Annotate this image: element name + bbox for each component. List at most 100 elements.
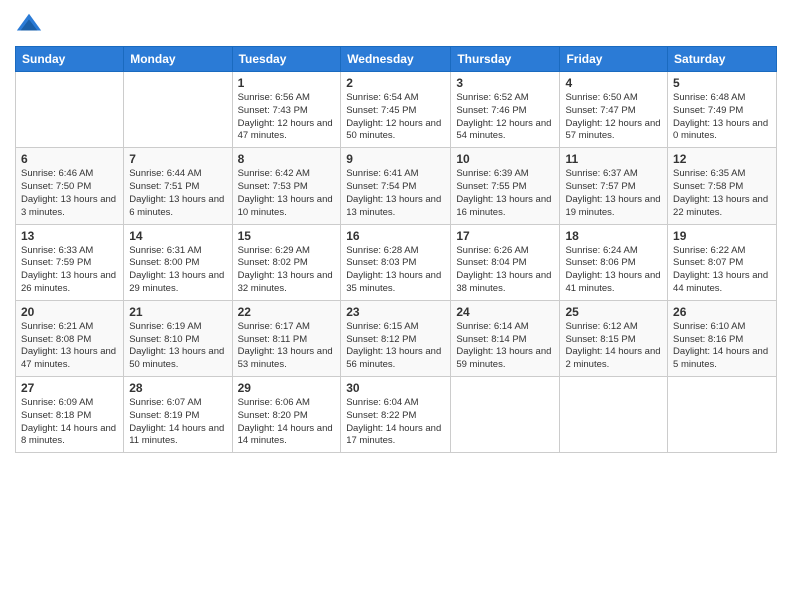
day-number: 29: [238, 381, 336, 395]
day-number: 25: [565, 305, 662, 319]
day-info: Sunrise: 6:14 AM Sunset: 8:14 PM Dayligh…: [456, 321, 554, 372]
header-tuesday: Tuesday: [232, 47, 341, 72]
day-number: 5: [673, 76, 771, 90]
calendar-cell: 10Sunrise: 6:39 AM Sunset: 7:55 PM Dayli…: [451, 148, 560, 224]
day-info: Sunrise: 6:07 AM Sunset: 8:19 PM Dayligh…: [129, 397, 226, 448]
day-info: Sunrise: 6:50 AM Sunset: 7:47 PM Dayligh…: [565, 92, 662, 143]
day-number: 27: [21, 381, 118, 395]
calendar-cell: 13 Sunrise: 6:33 AM Sunset: 7:59 PM Dayli…: [16, 224, 124, 300]
calendar-cell: 28 Sunrise: 6:07 AM Sunset: 8:19 PM Dayli…: [124, 377, 232, 453]
calendar-week-row: 1 Sunrise: 6:56 AM Sunset: 7:43 PM Daylig…: [16, 72, 777, 148]
day-info: Sunrise: 6:31 AM Sunset: 8:00 PM Dayligh…: [129, 245, 226, 296]
calendar-cell: [560, 377, 668, 453]
day-number: 13: [21, 229, 118, 243]
calendar-cell: 30 Sunrise: 6:04 AM Sunset: 8:22 PM Dayli…: [341, 377, 451, 453]
calendar-cell: 24 Sunrise: 6:14 AM Sunset: 8:14 PM Dayli…: [451, 300, 560, 376]
day-number: 6: [21, 152, 118, 166]
day-number: 4: [565, 76, 662, 90]
day-info: Sunrise: 6:35 AM Sunset: 7:58 PM Dayligh…: [673, 168, 771, 219]
day-number: 19: [673, 229, 771, 243]
calendar-cell: 7 Sunrise: 6:44 AM Sunset: 7:51 PM Daylig…: [124, 148, 232, 224]
day-number: 2: [346, 76, 445, 90]
calendar-cell: 14 Sunrise: 6:31 AM Sunset: 8:00 PM Dayli…: [124, 224, 232, 300]
day-number: 28: [129, 381, 226, 395]
day-info: Sunrise: 6:37 AM Sunset: 7:57 PM Dayligh…: [565, 168, 662, 219]
day-info: Sunrise: 6:33 AM Sunset: 7:59 PM Dayligh…: [21, 245, 118, 296]
day-number: 1: [238, 76, 336, 90]
calendar-cell: [16, 72, 124, 148]
calendar-cell: 12 Sunrise: 6:35 AM Sunset: 7:58 PM Dayli…: [668, 148, 777, 224]
day-info: Sunrise: 6:28 AM Sunset: 8:03 PM Dayligh…: [346, 245, 445, 296]
calendar-header-row: SundayMondayTuesdayWednesdayThursdayFrid…: [16, 47, 777, 72]
day-info: Sunrise: 6:19 AM Sunset: 8:10 PM Dayligh…: [129, 321, 226, 372]
calendar-cell: 21 Sunrise: 6:19 AM Sunset: 8:10 PM Dayli…: [124, 300, 232, 376]
day-info: Sunrise: 6:26 AM Sunset: 8:04 PM Dayligh…: [456, 245, 554, 296]
calendar-cell: 1 Sunrise: 6:56 AM Sunset: 7:43 PM Daylig…: [232, 72, 341, 148]
day-number: 3: [456, 76, 554, 90]
day-info: Sunrise: 6:06 AM Sunset: 8:20 PM Dayligh…: [238, 397, 336, 448]
day-number: 22: [238, 305, 336, 319]
day-number: 8: [238, 152, 336, 166]
day-info: Sunrise: 6:56 AM Sunset: 7:43 PM Dayligh…: [238, 92, 336, 143]
calendar-cell: 25 Sunrise: 6:12 AM Sunset: 8:15 PM Dayli…: [560, 300, 668, 376]
header-friday: Friday: [560, 47, 668, 72]
calendar-cell: 27 Sunrise: 6:09 AM Sunset: 8:18 PM Dayli…: [16, 377, 124, 453]
day-info: Sunrise: 6:12 AM Sunset: 8:15 PM Dayligh…: [565, 321, 662, 372]
calendar-cell: [451, 377, 560, 453]
header-sunday: Sunday: [16, 47, 124, 72]
day-number: 23: [346, 305, 445, 319]
header-monday: Monday: [124, 47, 232, 72]
calendar-cell: 17Sunrise: 6:26 AM Sunset: 8:04 PM Dayli…: [451, 224, 560, 300]
day-info: Sunrise: 6:42 AM Sunset: 7:53 PM Dayligh…: [238, 168, 336, 219]
calendar-cell: 5 Sunrise: 6:48 AM Sunset: 7:49 PM Daylig…: [668, 72, 777, 148]
calendar-cell: 18Sunrise: 6:24 AM Sunset: 8:06 PM Dayli…: [560, 224, 668, 300]
day-info: Sunrise: 6:24 AM Sunset: 8:06 PM Dayligh…: [565, 245, 662, 296]
day-number: 12: [673, 152, 771, 166]
day-number: 26: [673, 305, 771, 319]
day-info: Sunrise: 6:52 AM Sunset: 7:46 PM Dayligh…: [456, 92, 554, 143]
header-thursday: Thursday: [451, 47, 560, 72]
day-info: Sunrise: 6:17 AM Sunset: 8:11 PM Dayligh…: [238, 321, 336, 372]
calendar-cell: 29 Sunrise: 6:06 AM Sunset: 8:20 PM Dayli…: [232, 377, 341, 453]
day-info: Sunrise: 6:21 AM Sunset: 8:08 PM Dayligh…: [21, 321, 118, 372]
calendar-cell: 9 Sunrise: 6:41 AM Sunset: 7:54 PM Daylig…: [341, 148, 451, 224]
calendar-table: SundayMondayTuesdayWednesdayThursdayFrid…: [15, 46, 777, 453]
day-info: Sunrise: 6:15 AM Sunset: 8:12 PM Dayligh…: [346, 321, 445, 372]
calendar-cell: 4 Sunrise: 6:50 AM Sunset: 7:47 PM Daylig…: [560, 72, 668, 148]
day-number: 20: [21, 305, 118, 319]
day-number: 21: [129, 305, 226, 319]
day-number: 7: [129, 152, 226, 166]
day-number: 15: [238, 229, 336, 243]
calendar-cell: [124, 72, 232, 148]
day-info: Sunrise: 6:22 AM Sunset: 8:07 PM Dayligh…: [673, 245, 771, 296]
day-info: Sunrise: 6:44 AM Sunset: 7:51 PM Dayligh…: [129, 168, 226, 219]
day-number: 9: [346, 152, 445, 166]
day-info: Sunrise: 6:48 AM Sunset: 7:49 PM Dayligh…: [673, 92, 771, 143]
day-number: 11: [565, 152, 662, 166]
calendar-cell: 11 Sunrise: 6:37 AM Sunset: 7:57 PM Dayli…: [560, 148, 668, 224]
calendar-cell: 22 Sunrise: 6:17 AM Sunset: 8:11 PM Dayli…: [232, 300, 341, 376]
day-number: 10: [456, 152, 554, 166]
calendar-cell: 2 Sunrise: 6:54 AM Sunset: 7:45 PM Daylig…: [341, 72, 451, 148]
day-info: Sunrise: 6:41 AM Sunset: 7:54 PM Dayligh…: [346, 168, 445, 219]
day-number: 30: [346, 381, 445, 395]
calendar-week-row: 20 Sunrise: 6:21 AM Sunset: 8:08 PM Dayli…: [16, 300, 777, 376]
calendar-cell: 6 Sunrise: 6:46 AM Sunset: 7:50 PM Daylig…: [16, 148, 124, 224]
calendar-cell: 8 Sunrise: 6:42 AM Sunset: 7:53 PM Daylig…: [232, 148, 341, 224]
calendar-cell: 20 Sunrise: 6:21 AM Sunset: 8:08 PM Dayli…: [16, 300, 124, 376]
day-info: Sunrise: 6:54 AM Sunset: 7:45 PM Dayligh…: [346, 92, 445, 143]
day-info: Sunrise: 6:04 AM Sunset: 8:22 PM Dayligh…: [346, 397, 445, 448]
calendar-cell: 19 Sunrise: 6:22 AM Sunset: 8:07 PM Dayli…: [668, 224, 777, 300]
calendar-cell: 16Sunrise: 6:28 AM Sunset: 8:03 PM Dayli…: [341, 224, 451, 300]
header-saturday: Saturday: [668, 47, 777, 72]
day-number: 14: [129, 229, 226, 243]
calendar-cell: [668, 377, 777, 453]
day-info: Sunrise: 6:09 AM Sunset: 8:18 PM Dayligh…: [21, 397, 118, 448]
header-wednesday: Wednesday: [341, 47, 451, 72]
day-info: Sunrise: 6:46 AM Sunset: 7:50 PM Dayligh…: [21, 168, 118, 219]
calendar-cell: 3 Sunrise: 6:52 AM Sunset: 7:46 PM Daylig…: [451, 72, 560, 148]
day-number: 24: [456, 305, 554, 319]
day-info: Sunrise: 6:29 AM Sunset: 8:02 PM Dayligh…: [238, 245, 336, 296]
calendar-cell: 15 Sunrise: 6:29 AM Sunset: 8:02 PM Dayli…: [232, 224, 341, 300]
calendar-week-row: 6 Sunrise: 6:46 AM Sunset: 7:50 PM Daylig…: [16, 148, 777, 224]
